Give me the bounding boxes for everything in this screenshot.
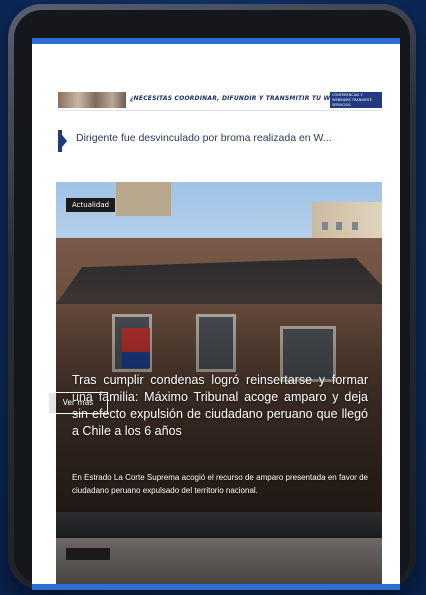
next-article-card[interactable] bbox=[56, 538, 382, 584]
news-ticker[interactable]: Dirigente fue desvinculado por broma rea… bbox=[58, 126, 382, 156]
featured-article-card[interactable]: Actualidad Tras cumplir condenas logró r… bbox=[56, 182, 382, 538]
photo-background-building bbox=[116, 182, 171, 216]
article-headline[interactable]: Tras cumplir condenas logró reinsertarse… bbox=[72, 372, 368, 440]
banner-text: ¿NECESITAS COORDINAR, DIFUNDIR Y TRANSMI… bbox=[130, 95, 330, 102]
banner-photo bbox=[58, 92, 126, 108]
read-more-button[interactable]: Ver más bbox=[48, 392, 108, 414]
ad-banner[interactable]: ¿NECESITAS COORDINAR, DIFUNDIR Y TRANSMI… bbox=[58, 92, 382, 111]
ticker-arrow-icon bbox=[58, 130, 67, 152]
banner-badge: CONFERENCIAS Y WEBINARS TRANSMITE SERVIC… bbox=[330, 92, 382, 108]
category-badge[interactable]: Actualidad bbox=[66, 198, 116, 212]
tablet-screen: ¿NECESITAS COORDINAR, DIFUNDIR Y TRANSMI… bbox=[32, 38, 400, 590]
ticker-headline[interactable]: Dirigente fue desvinculado por broma rea… bbox=[76, 132, 376, 144]
screen-top-accent bbox=[32, 38, 400, 44]
screen-bottom-accent bbox=[32, 584, 400, 590]
article-summary: En Estrado La Corte Suprema acogió el re… bbox=[72, 473, 368, 495]
photo-roof bbox=[56, 258, 382, 304]
next-category-badge bbox=[66, 548, 110, 560]
